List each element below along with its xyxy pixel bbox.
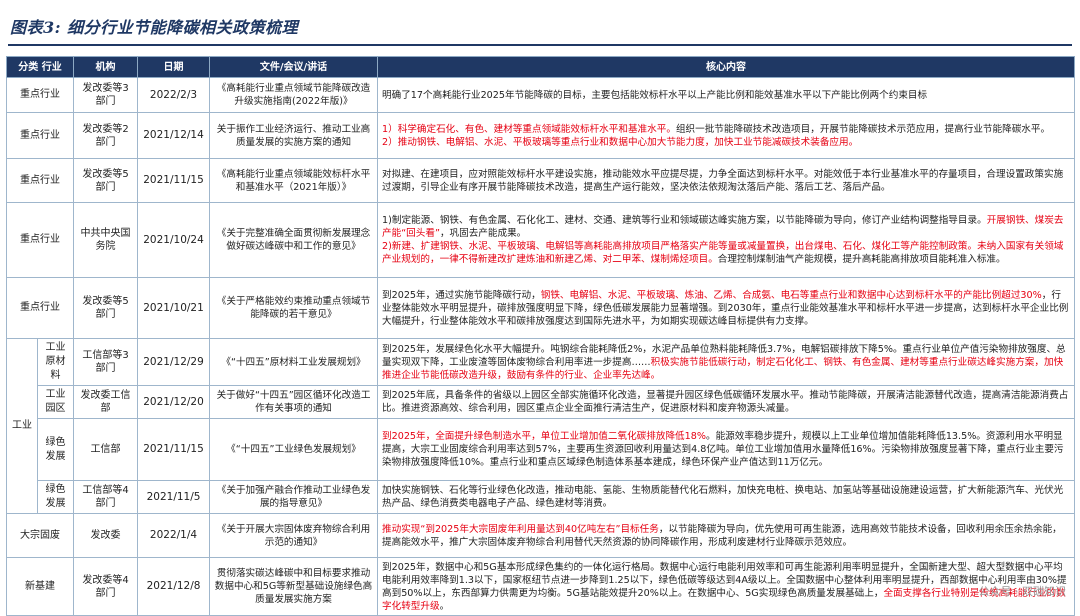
highlight-text: 到2025年，全面提升绿色制造水平，单位工业增加值二氧化碳排放降低18%: [382, 431, 706, 442]
category-cell: 重点行业: [7, 78, 74, 113]
org-cell: 工信部: [74, 419, 138, 481]
table-row: 新基建 发改委等4部门 2021/12/8 贯彻落实碳达峰碳中和目标要求推动数据…: [7, 558, 1075, 616]
content-text: 组织一批节能降碳技术改造项目，开展节能降碳技术示范应用，提高行业节能降碳水平。: [676, 124, 1050, 135]
figure-title: 图表3: 细分行业节能降碳相关政策梳理: [10, 14, 298, 38]
date-cell: 2021/12/8: [138, 558, 210, 616]
date-cell: 2022/2/3: [138, 78, 210, 113]
header-content: 核心内容: [378, 57, 1075, 78]
date-cell: 2021/12/20: [138, 386, 210, 419]
content-text: 。: [440, 601, 450, 612]
doc-cell: 《高耗能行业重点领域节能降碳改造升级实施指南(2022年版)》: [210, 78, 378, 113]
subcategory-cell: 工业原材料: [38, 339, 74, 386]
content-cell: 到2025年底，具备条件的省级以上园区全部实施循环化改造，显著提升园区绿色低碳循…: [378, 386, 1075, 419]
doc-cell: 《关于加强产融合作推动工业绿色发展的指导意见》: [210, 481, 378, 514]
table-row: 重点行业 发改委等5部门 2021/11/15 《高耗能行业重点领域能效标杆水平…: [7, 159, 1075, 203]
org-cell: 发改委等2部门: [74, 113, 138, 159]
content-cell: 到2025年，通过实施节能降碳行动，钢铁、电解铝、水泥、平板玻璃、炼油、乙烯、合…: [378, 278, 1075, 339]
org-cell: 工信部等3部门: [74, 339, 138, 386]
table-header-row: 分类 行业 机构 日期 文件/会议/讲话 核心内容: [7, 57, 1075, 78]
table-row: 工业园区 发改委工信部 2021/12/20 关于做好“十四五”园区循环化改造工…: [7, 386, 1075, 419]
doc-cell: 《高耗能行业重点领域能效标杆水平和基准水平（2021年版）》: [210, 159, 378, 203]
doc-cell: 《关于完整准确全面贯彻新发展理念做好碳达峰碳中和工作的意见》: [210, 203, 378, 278]
content-text: 明确了17个高耗能行业2025年节能降碳的目标，主要包括能效标杆水平以上产能比例…: [382, 90, 927, 101]
org-cell: 发改委等5部门: [74, 278, 138, 339]
subcategory-cell: 工业园区: [38, 386, 74, 419]
org-cell: 发改委等5部门: [74, 159, 138, 203]
table-row: 工业 工业原材料 工信部等3部门 2021/12/29 《“十四五”原材料工业发…: [7, 339, 1075, 386]
table-row: 重点行业 发改委等3部门 2022/2/3 《高耗能行业重点领域节能降碳改造升级…: [7, 78, 1075, 113]
date-cell: 2021/12/14: [138, 113, 210, 159]
content-cell: 到2025年，发展绿色化水平大幅提升。吨钢综合能耗降低2%，水泥产品单位熟料能耗…: [378, 339, 1075, 386]
category-cell: 重点行业: [7, 203, 74, 278]
content-text: 到2025年底，具备条件的省级以上园区全部实施循环化改造，显著提升园区绿色低碳循…: [382, 390, 1068, 414]
content-cell: 推动实现“到2025年大宗固废年利用量达到40亿吨左右”目标任务，以节能降碳为导…: [378, 514, 1075, 558]
content-cell: 到2025年，全面提升绿色制造水平，单位工业增加值二氧化碳排放降低18%。能源效…: [378, 419, 1075, 481]
doc-cell: 《关于开展大宗固体废弃物综合利用示范的通知》: [210, 514, 378, 558]
doc-cell: 贯彻落实碳达峰碳中和目标要求推动数据中心和5G等新型基础设施绿色高质量发展实施方…: [210, 558, 378, 616]
content-cell: 1)制定能源、钢铁、有色金属、石化化工、建材、交通、建筑等行业和领域碳达峰实施方…: [378, 203, 1075, 278]
org-cell: 发改委等4部门: [74, 558, 138, 616]
content-text: 1)制定能源、钢铁、有色金属、石化化工、建材、交通、建筑等行业和领域碳达峰实施方…: [382, 215, 987, 226]
table-row: 重点行业 发改委等5部门 2021/10/21 《关于严格能效约束推动重点领域节…: [7, 278, 1075, 339]
date-cell: 2021/10/21: [138, 278, 210, 339]
table-row: 绿色发展 工信部等4部门 2021/11/5 《关于加强产融合作推动工业绿色发展…: [7, 481, 1075, 514]
category-cell: 新基建: [7, 558, 74, 616]
org-cell: 发改委等3部门: [74, 78, 138, 113]
org-cell: 发改委: [74, 514, 138, 558]
table-row: 大宗固废 发改委 2022/1/4 《关于开展大宗固体废弃物综合利用示范的通知》…: [7, 514, 1075, 558]
highlight-text: 1）科学确定石化、有色、建材等重点领域能效标杆水平和基准水平。: [382, 124, 676, 135]
highlight-text: 钢铁、电解铝、水泥、平板玻璃、炼油、乙烯、合成氨、电石等重点行业和数据中心达到标…: [541, 290, 1042, 301]
highlight-text: 2）推动钢铁、电解铝、水泥、平板玻璃等重点行业和数据中心加大节能力度，加快工业节…: [382, 137, 858, 148]
date-cell: 2022/1/4: [138, 514, 210, 558]
table-row: 重点行业 发改委等2部门 2021/12/14 关于振作工业经济运行、推动工业高…: [7, 113, 1075, 159]
header-category: 分类 行业: [7, 57, 74, 78]
category-cell: 重点行业: [7, 113, 74, 159]
table-row: 重点行业 中共中央国务院 2021/10/24 《关于完整准确全面贯彻新发展理念…: [7, 203, 1075, 278]
doc-cell: 《“十四五”工业绿色发展规划》: [210, 419, 378, 481]
header-org: 机构: [74, 57, 138, 78]
date-cell: 2021/11/15: [138, 419, 210, 481]
category-cell: 工业: [7, 339, 38, 514]
doc-cell: 关于振作工业经济运行、推动工业高质量发展的实施方案的通知: [210, 113, 378, 159]
content-cell: 明确了17个高耗能行业2025年节能降碳的目标，主要包括能效标杆水平以上产能比例…: [378, 78, 1075, 113]
content-cell: 对拟建、在建项目，应对照能效标杆水平建设实施，推动能效水平应提尽提，力争全面达到…: [378, 159, 1075, 203]
content-cell: 到2025年，数据中心和5G基本形成绿色集约的一体化运行格局。数据中心运行电能利…: [378, 558, 1075, 616]
content-cell: 加快实施钢铁、石化等行业绿色化改造，推动电能、氢能、生物质能替代化石燃料，加快充…: [378, 481, 1075, 514]
date-cell: 2021/10/24: [138, 203, 210, 278]
category-cell: 重点行业: [7, 278, 74, 339]
doc-cell: 《“十四五”原材料工业发展规划》: [210, 339, 378, 386]
highlight-text: 推动实现“到2025年大宗固废年利用量达到40亿吨左右”目标任务: [382, 524, 659, 535]
content-text: ，巩固去产能成果。: [440, 228, 526, 239]
date-cell: 2021/11/15: [138, 159, 210, 203]
content-text: 加快实施钢铁、石化等行业绿色化改造，推动电能、氢能、生物质能替代化石燃料，加快充…: [382, 485, 1063, 509]
category-cell: 大宗固废: [7, 514, 74, 558]
title-bar: 图表3: 细分行业节能降碳相关政策梳理: [0, 0, 1080, 50]
doc-cell: 关于做好“十四五”园区循环化改造工作有关事项的通知: [210, 386, 378, 419]
content-text: 合理控制煤制油气产能规模，提升高耗能高排放项目能耗准入标准。: [718, 254, 1006, 265]
org-cell: 工信部等4部门: [74, 481, 138, 514]
header-date: 日期: [138, 57, 210, 78]
content-cell: 1）科学确定石化、有色、建材等重点领域能效标杆水平和基准水平。组织一批节能降碳技…: [378, 113, 1075, 159]
date-cell: 2021/12/29: [138, 339, 210, 386]
table-row: 绿色发展 工信部 2021/11/15 《“十四五”工业绿色发展规划》 到202…: [7, 419, 1075, 481]
title-underline: [8, 44, 1072, 46]
header-doc: 文件/会议/讲话: [210, 57, 378, 78]
subcategory-cell: 绿色发展: [38, 419, 74, 481]
policy-table: 分类 行业 机构 日期 文件/会议/讲话 核心内容 重点行业 发改委等3部门 2…: [6, 56, 1075, 616]
subcategory-cell: 绿色发展: [38, 481, 74, 514]
category-cell: 重点行业: [7, 159, 74, 203]
watermark: 公众号 · 双碳知识: [979, 583, 1067, 599]
content-text: 到2025年，通过实施节能降碳行动，: [382, 290, 541, 301]
org-cell: 中共中央国务院: [74, 203, 138, 278]
org-cell: 发改委工信部: [74, 386, 138, 419]
content-text: 对拟建、在建项目，应对照能效标杆水平建设实施，推动能效水平应提尽提，力争全面达到…: [382, 169, 1063, 193]
doc-cell: 《关于严格能效约束推动重点领域节能降碳的若干意见》: [210, 278, 378, 339]
date-cell: 2021/11/5: [138, 481, 210, 514]
